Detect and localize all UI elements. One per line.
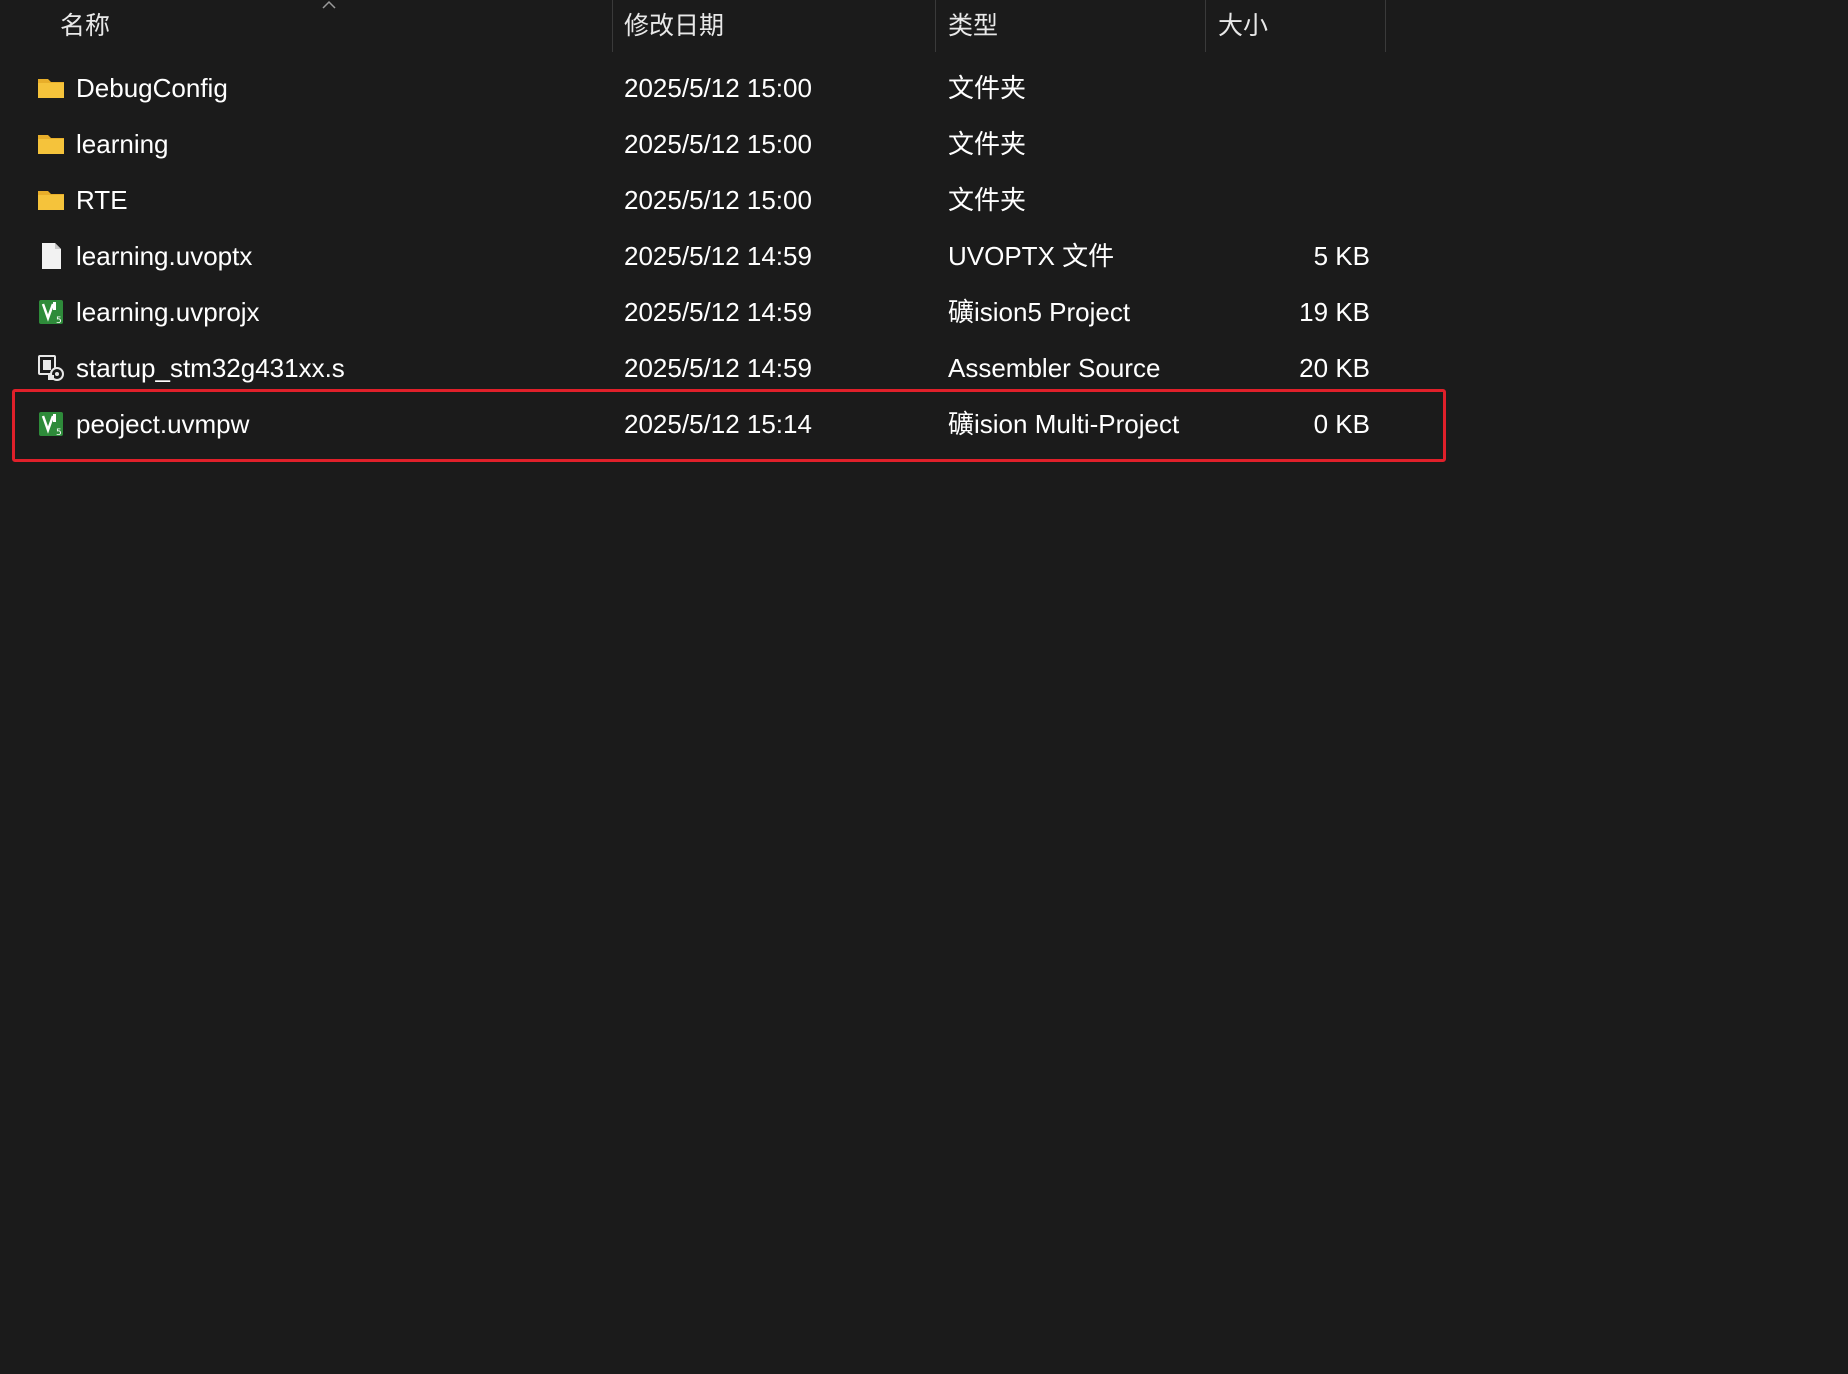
file-type: 文件夹 [948, 73, 1027, 103]
column-divider[interactable] [935, 0, 936, 52]
file-size: 0 KB [1313, 409, 1370, 439]
column-divider[interactable] [612, 0, 613, 52]
column-header-type[interactable]: 类型 [948, 0, 1198, 52]
file-name: DebugConfig [76, 73, 228, 103]
file-size [1142, 172, 1370, 228]
file-size: 19 KB [1299, 297, 1370, 327]
file-type: 文件夹 [948, 185, 1027, 215]
column-header-date[interactable]: 修改日期 [624, 0, 924, 52]
blank-file-icon [42, 243, 61, 269]
file-row-debugconfig[interactable]: DebugConfig 2025/5/12 15:00 文件夹 [22, 60, 1378, 116]
file-size: 20 KB [1299, 353, 1370, 383]
file-date: 2025/5/12 15:00 [624, 73, 812, 103]
file-row-rte[interactable]: RTE 2025/5/12 15:00 文件夹 [22, 172, 1378, 228]
file-size [1142, 116, 1370, 172]
column-header-size[interactable]: 大小 [1218, 0, 1378, 52]
file-name: peoject.uvmpw [76, 409, 250, 439]
file-type: UVOPTX 文件 [948, 241, 1115, 271]
column-header-name[interactable]: 名称 [60, 0, 610, 52]
file-row-learning-uvoptx[interactable]: learning.uvoptx 2025/5/12 14:59 UVOPTX 文… [22, 228, 1378, 284]
file-name: learning.uvoptx [76, 241, 253, 271]
folder-icon [38, 79, 64, 98]
file-date: 2025/5/12 15:00 [624, 129, 812, 159]
assembler-source-icon [38, 355, 64, 381]
file-row-learning[interactable]: learning 2025/5/12 15:00 文件夹 [22, 116, 1378, 172]
file-date: 2025/5/12 15:00 [624, 185, 812, 215]
file-name: RTE [76, 185, 128, 215]
file-type: 文件夹 [948, 129, 1027, 159]
file-row-peoject-uvmpw[interactable]: 5 peoject.uvmpw 2025/5/12 15:14 礦ision M… [22, 396, 1378, 452]
svg-text:5: 5 [56, 316, 62, 326]
file-row-learning-uvprojx[interactable]: 5 learning.uvprojx 2025/5/12 14:59 礦isio… [22, 284, 1378, 340]
file-type: 礦ision5 Project [948, 297, 1131, 327]
folder-icon [38, 191, 64, 210]
file-size [1142, 60, 1370, 116]
file-name: learning [76, 129, 169, 159]
file-row-startup-assembler[interactable]: startup_stm32g431xx.s 2025/5/12 14:59 As… [22, 340, 1378, 396]
file-date: 2025/5/12 15:14 [624, 409, 812, 439]
column-header: 名称 修改日期 类型 大小 [0, 0, 1386, 52]
file-type: Assembler Source [948, 353, 1161, 383]
file-size: 5 KB [1313, 241, 1370, 271]
file-explorer: 名称 修改日期 类型 大小 DebugConfig 2025/5/12 15:0… [0, 0, 1848, 1374]
keil-uvision-icon: 5 [39, 300, 63, 326]
column-divider[interactable] [1385, 0, 1386, 52]
svg-text:5: 5 [56, 428, 62, 438]
file-name: startup_stm32g431xx.s [76, 353, 345, 383]
file-date: 2025/5/12 14:59 [624, 241, 812, 271]
column-divider[interactable] [1205, 0, 1206, 52]
file-date: 2025/5/12 14:59 [624, 353, 812, 383]
file-name: learning.uvprojx [76, 297, 260, 327]
keil-uvision-icon: 5 [39, 412, 63, 438]
folder-icon [38, 135, 64, 154]
file-date: 2025/5/12 14:59 [624, 297, 812, 327]
